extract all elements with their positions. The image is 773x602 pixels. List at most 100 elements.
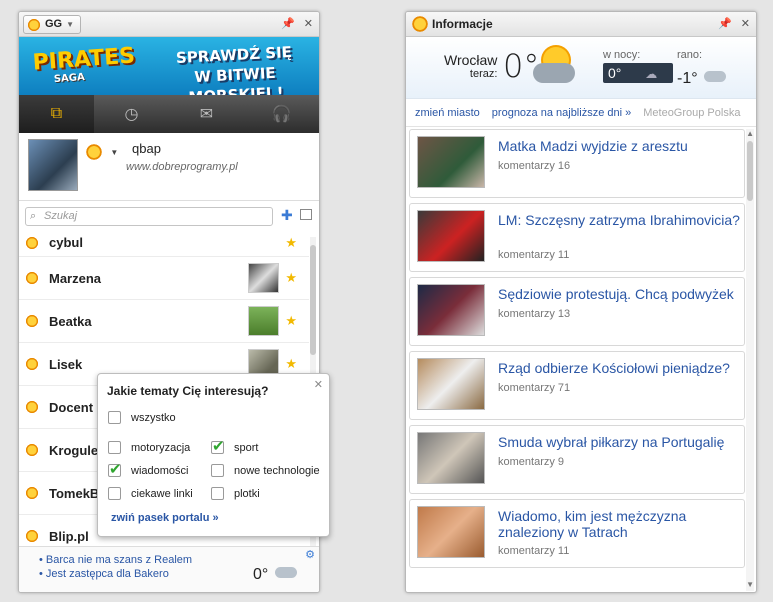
contact-avatar xyxy=(248,263,279,293)
add-contact-button[interactable]: ✚ xyxy=(281,207,293,224)
checkbox-box[interactable] xyxy=(211,487,224,500)
news-item[interactable]: Rząd odbierze Kościołowi pieniądze? kome… xyxy=(409,351,745,420)
profile-description[interactable]: www.dobreprogramy.pl xyxy=(126,161,238,173)
contact-item[interactable]: cybul ★ xyxy=(19,229,309,257)
star-icon[interactable]: ★ xyxy=(285,270,297,286)
checkbox-box[interactable] xyxy=(108,411,121,424)
close-icon[interactable]: ✕ xyxy=(741,17,750,30)
list-view-icon[interactable] xyxy=(300,209,312,220)
star-icon[interactable]: ★ xyxy=(285,235,297,251)
news-item[interactable]: Smuda wybrał piłkarzy na Portugalię kome… xyxy=(409,425,745,494)
checkbox-box[interactable] xyxy=(211,464,224,477)
news-item[interactable]: Matka Madzi wyjdzie z aresztu komentarzy… xyxy=(409,129,745,198)
avatar[interactable] xyxy=(28,139,78,191)
close-icon[interactable]: ✕ xyxy=(314,378,323,391)
weather-night: w nocy: 0° ☁ xyxy=(603,49,673,83)
news-title[interactable]: Matka Madzi wyjdzie z aresztu xyxy=(498,138,743,154)
news-comments[interactable]: komentarzy 71 xyxy=(498,382,570,394)
checkbox-box[interactable] xyxy=(108,441,121,454)
pin-icon[interactable]: 📌 xyxy=(281,17,295,30)
info-titlebar: Informacje 📌 ✕ xyxy=(406,12,756,37)
news-thumbnail[interactable] xyxy=(417,210,485,262)
forecast-link[interactable]: prognoza na najbliższe dni » xyxy=(492,107,631,119)
checkbox-nowe-technologie[interactable]: nowe technologie xyxy=(211,464,320,477)
contacts-icon: ⧉ xyxy=(50,105,63,122)
news-ticker: Barca nie ma szans z Realem Jest zastępc… xyxy=(19,546,319,592)
ad-banner[interactable]: PIRATES SAGA SPRAWDŹ SIĘ W BITWIE MORSKI… xyxy=(19,37,319,95)
gg-app-label: GG xyxy=(45,18,63,30)
contact-item[interactable]: Beatka ★ xyxy=(19,300,309,343)
window-title: Informacje xyxy=(432,17,493,31)
weather-city: Wrocław teraz: xyxy=(444,52,498,80)
checkbox-sport[interactable]: sport xyxy=(211,437,258,455)
news-thumbnail[interactable] xyxy=(417,136,485,188)
news-thumbnail[interactable] xyxy=(417,432,485,484)
contact-name: Marzena xyxy=(49,270,102,286)
weather-widget[interactable]: 0° xyxy=(253,561,299,584)
topics-popup: Jakie tematy Cię interesują? ✕ wszystko … xyxy=(97,373,330,537)
night-cloud-icon: ☁ xyxy=(645,67,658,81)
news-title[interactable]: Smuda wybrał piłkarzy na Portugalię xyxy=(498,434,743,450)
tab-history[interactable]: ◷ xyxy=(94,95,169,133)
news-item[interactable]: Sędziowie protestują. Chcą podwyżek kome… xyxy=(409,277,745,346)
ticker-link[interactable]: Jest zastępca dla Bakero xyxy=(39,567,192,581)
gear-icon[interactable]: ⚙ xyxy=(305,548,315,561)
checkbox-wszystko[interactable]: wszystko xyxy=(108,411,176,424)
news-comments[interactable]: komentarzy 13 xyxy=(498,308,570,320)
change-city-link[interactable]: zmień miasto xyxy=(415,107,480,119)
news-scrollbar[interactable] xyxy=(746,129,754,591)
news-title[interactable]: Rząd odbierze Kościołowi pieniądze? xyxy=(498,360,743,376)
news-item[interactable]: LM: Szczęsny zatrzyma Ibrahimovicia? kom… xyxy=(409,203,745,272)
tab-mail[interactable]: ✉ xyxy=(169,95,244,133)
ticker-link[interactable]: Barca nie ma szans z Realem xyxy=(39,553,192,567)
checkbox-box[interactable] xyxy=(211,437,225,455)
star-icon[interactable]: ★ xyxy=(285,356,297,372)
checkbox-box[interactable] xyxy=(108,487,121,500)
status-sun-icon xyxy=(25,529,39,543)
weather-morning: rano: -1° xyxy=(677,49,727,87)
gg-menu-dropdown[interactable]: GG ▼ xyxy=(23,15,82,34)
news-thumbnail[interactable] xyxy=(417,284,485,336)
tab-audio[interactable]: 🎧 xyxy=(244,95,319,133)
checkbox-motoryzacja[interactable]: motoryzacja xyxy=(108,441,190,454)
collapse-portal-link[interactable]: zwiń pasek portalu » xyxy=(111,512,219,524)
checkbox-plotki[interactable]: plotki xyxy=(211,487,260,500)
pin-icon[interactable]: 📌 xyxy=(718,17,732,30)
status-sun-icon xyxy=(25,443,39,457)
contact-name: Blip.pl xyxy=(49,528,89,544)
profile-panel: ▼ qbap www.dobreprogramy.pl xyxy=(19,133,319,201)
gg-titlebar: GG ▼ 📌 ✕ xyxy=(19,12,319,37)
contact-item[interactable]: Marzena ★ xyxy=(19,257,309,300)
banner-logo: PIRATES SAGA xyxy=(31,43,136,86)
scroll-up-icon[interactable]: ▲ xyxy=(746,129,754,138)
weather-links: zmień miasto prognoza na najbliższe dni … xyxy=(406,99,756,127)
close-icon[interactable]: ✕ xyxy=(304,17,313,30)
news-comments[interactable]: komentarzy 16 xyxy=(498,160,570,172)
search-input[interactable]: ⌕ Szukaj xyxy=(25,207,273,226)
status-selector[interactable]: ▼ xyxy=(85,143,118,161)
news-thumbnail[interactable] xyxy=(417,506,485,558)
star-icon[interactable]: ★ xyxy=(285,313,297,329)
checkbox-box[interactable] xyxy=(108,460,122,478)
search-icon: ⌕ xyxy=(30,210,37,222)
checkbox-wiadomosci[interactable]: wiadomości xyxy=(108,460,188,478)
status-sun-icon xyxy=(25,235,39,250)
contact-name: Lisek xyxy=(49,356,83,372)
status-sun-icon xyxy=(25,271,39,285)
news-comments[interactable]: komentarzy 9 xyxy=(498,456,564,468)
news-title[interactable]: Wiadomo, kim jest mężczyzna znaleziony w… xyxy=(498,508,743,540)
scroll-down-icon[interactable]: ▼ xyxy=(746,580,754,589)
tab-contacts[interactable]: ⧉ xyxy=(19,95,94,133)
gg-tabs: ⧉ ◷ ✉ 🎧 xyxy=(19,95,319,133)
mail-icon: ✉ xyxy=(199,106,214,123)
news-thumbnail[interactable] xyxy=(417,358,485,410)
info-window: Informacje 📌 ✕ Wrocław teraz: 0° w nocy:… xyxy=(405,11,757,593)
news-title[interactable]: Sędziowie protestują. Chcą podwyżek xyxy=(498,286,743,302)
checkbox-ciekawe-linki[interactable]: ciekawe linki xyxy=(108,487,193,500)
news-comments[interactable]: komentarzy 11 xyxy=(498,545,569,557)
news-item[interactable]: Wiadomo, kim jest mężczyzna znaleziony w… xyxy=(409,499,745,568)
news-comments[interactable]: komentarzy 11 xyxy=(498,249,569,261)
search-row: ⌕ Szukaj ✚ xyxy=(19,201,319,231)
news-title[interactable]: LM: Szczęsny zatrzyma Ibrahimovicia? xyxy=(498,212,743,228)
profile-name[interactable]: qbap xyxy=(132,141,161,156)
